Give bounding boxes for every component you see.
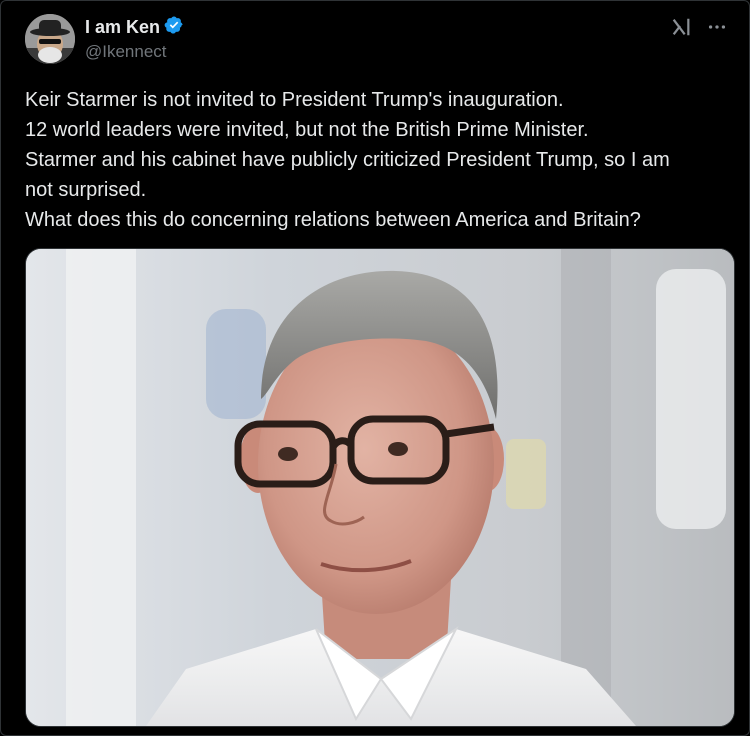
tweet-text-line: Keir Starmer is not invited to President…: [25, 89, 564, 111]
verified-badge-icon: [164, 15, 184, 40]
tweet-card[interactable]: I am Ken @Ikennect Keir Starmer is not i…: [0, 0, 750, 736]
author-info: I am Ken @Ikennect: [85, 15, 184, 62]
grok-icon[interactable]: [669, 15, 693, 39]
display-name[interactable]: I am Ken: [85, 17, 160, 38]
tweet-text-line: Starmer and his cabinet have publicly cr…: [25, 149, 670, 171]
tweet-media-photo[interactable]: [25, 248, 735, 727]
handle[interactable]: @Ikennect: [85, 42, 184, 62]
tweet-text-line: 12 world leaders were invited, but not t…: [25, 119, 589, 141]
portrait-photo: [26, 249, 734, 726]
more-options-icon[interactable]: [705, 15, 729, 39]
tweet-text-line: What does this do concerning relations b…: [25, 209, 641, 231]
tweet-text: Keir Starmer is not invited to President…: [25, 85, 735, 235]
avatar-image: [25, 14, 75, 64]
name-row: I am Ken: [85, 15, 184, 39]
tweet-text-line: not surprised.: [25, 179, 147, 201]
avatar[interactable]: [25, 14, 75, 64]
top-actions: [669, 15, 729, 39]
